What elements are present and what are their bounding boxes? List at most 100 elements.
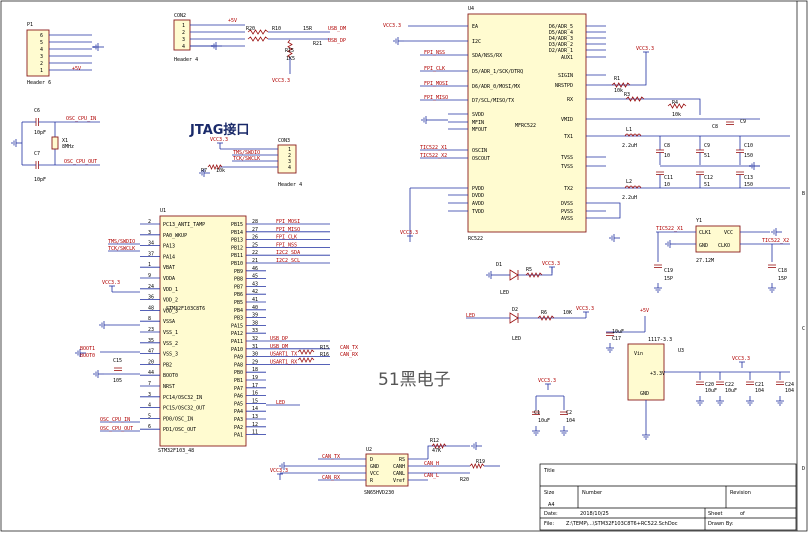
led-r5: R5 bbox=[526, 267, 532, 273]
can-pin-name: Vref bbox=[393, 478, 405, 484]
y1-c18: C18 bbox=[778, 268, 787, 274]
u1-pin-number: 24 bbox=[148, 284, 154, 290]
con2-pin-number: 4 bbox=[182, 44, 185, 50]
title-block-size-value: A4 bbox=[548, 502, 555, 508]
y1-c18-value: 15P bbox=[778, 276, 787, 282]
rf-r4: R4 bbox=[672, 100, 678, 106]
u1-pin-number: 21 bbox=[252, 258, 258, 264]
p1-body bbox=[26, 29, 50, 77]
u1-pin-number: 44 bbox=[148, 370, 154, 376]
u1-pin-number: 6 bbox=[148, 424, 151, 430]
reg-name: 1117-3.3 bbox=[648, 337, 672, 343]
led-d2-label: LED bbox=[512, 336, 521, 342]
led-d1-icon bbox=[509, 269, 519, 281]
rf-cap-value: 150 bbox=[744, 182, 753, 188]
y1-c19: C19 bbox=[664, 268, 673, 274]
y1-pin: CLK1 bbox=[699, 230, 711, 236]
rf-cap-value: 10 bbox=[664, 153, 670, 159]
reg-cap-value: 10uF bbox=[725, 388, 737, 394]
u1-pin-name: PA10 bbox=[231, 347, 243, 353]
con2-pin-number: 1 bbox=[182, 23, 185, 29]
u4-pin-name: SIGIN bbox=[558, 73, 573, 79]
con2-resistor-r21 bbox=[247, 36, 269, 42]
u1-pin-number: 27 bbox=[252, 227, 258, 233]
u1-tms: TMS/SWDIO bbox=[108, 239, 135, 245]
u4-pin-name: EA bbox=[472, 24, 478, 30]
u4-pin-name: D2/ADR_1 bbox=[549, 48, 573, 54]
u1-net-label: FPI_MOSI bbox=[276, 219, 300, 225]
u4-pin-name: OSCOUT bbox=[472, 156, 490, 162]
u1-pin-number: 38 bbox=[252, 320, 258, 326]
title-block-date-value: 2018/10/25 bbox=[580, 511, 609, 517]
y1-c19-value: 15P bbox=[664, 276, 673, 282]
xtal-net-out: OSC_CPU_OUT bbox=[64, 159, 97, 165]
can-net-rx: CAN_RX bbox=[322, 475, 340, 481]
u4-pin-name: PVDD bbox=[472, 186, 484, 192]
u1-ref: U1 bbox=[160, 208, 166, 214]
caps-c2-name: C2 bbox=[566, 410, 572, 416]
rf-wire bbox=[606, 58, 647, 86]
u1-pin-number: 37 bbox=[148, 251, 154, 257]
u1-c15-value: 105 bbox=[113, 378, 122, 384]
xtal-c6-value: 10pF bbox=[34, 130, 46, 136]
u1-pin-name: PB7 bbox=[234, 284, 243, 290]
u1-net-label: USART1_TX bbox=[270, 352, 297, 358]
con3-r7v: 10k bbox=[216, 168, 225, 174]
u1-vcc: VCC3.3 bbox=[102, 280, 120, 286]
u1-pin-name: PA14 bbox=[163, 254, 175, 260]
u1-pin-name: PA8 bbox=[234, 362, 243, 368]
u1-net-label: I2C2_SCL bbox=[276, 258, 300, 264]
rf-cap-name: C9 bbox=[704, 143, 710, 149]
u1-pin-number: 11 bbox=[252, 430, 258, 436]
u1-pin-name: PA5 bbox=[234, 401, 243, 407]
u1-pin-number: 29 bbox=[252, 359, 258, 365]
u1-pin-number: 42 bbox=[252, 289, 258, 295]
rf-r1: R1 bbox=[614, 76, 620, 82]
u4-pin-name: SVDD bbox=[472, 112, 484, 118]
u1-r15: R15 bbox=[320, 345, 329, 351]
u4-pin-name: AVSS bbox=[561, 216, 573, 222]
u4-pin-name: MFOUT bbox=[472, 127, 487, 133]
rf-c8: C8 bbox=[712, 124, 718, 130]
u4-pin-name: I2C bbox=[472, 39, 481, 45]
u1-pin-name: PB2 bbox=[163, 362, 172, 368]
u1-pin-name: PB8 bbox=[234, 277, 243, 283]
u4-pin-name: OSCIN bbox=[472, 148, 487, 154]
rf-c9: C9 bbox=[740, 119, 746, 125]
title-block-drawn: Drawn By: bbox=[708, 521, 734, 527]
u1-net-label: USB_DP bbox=[270, 336, 288, 342]
rf-r1-value: 10k bbox=[614, 88, 623, 94]
y1-net-x2: TIC522_X2 bbox=[762, 238, 789, 244]
y1-ref: Y1 bbox=[696, 218, 702, 224]
u1-net-label: USART1_RX bbox=[270, 359, 297, 365]
u1-pin-name: VDDA bbox=[163, 276, 175, 282]
u1-pin-number: 22 bbox=[252, 250, 258, 256]
con2-vcc: VCC3.3 bbox=[272, 78, 290, 84]
led-d2-icon bbox=[509, 312, 519, 324]
reg-c17: C17 bbox=[612, 336, 621, 342]
p1-pin-number: 3 bbox=[40, 54, 43, 60]
u1-net-label: I2C2_SDA bbox=[276, 250, 300, 256]
caps-vcc: VCC3.3 bbox=[538, 378, 556, 384]
u1-pin-number: 15 bbox=[252, 398, 258, 404]
xtal-c7: C7 bbox=[34, 151, 40, 157]
u4-pin-name: VMID bbox=[561, 117, 573, 123]
can-name: SN65HVD230 bbox=[364, 490, 394, 496]
led-wire bbox=[518, 267, 553, 276]
rf-r3: R3 bbox=[624, 92, 630, 98]
reg-vin: Vin bbox=[634, 351, 643, 357]
u1-pin-name: PC15/OSC32_OUT bbox=[163, 406, 205, 412]
u1-pin-name: PB5 bbox=[234, 300, 243, 306]
u1-pin-number: 3 bbox=[148, 392, 151, 398]
u1-tck: TCK/SWCLK bbox=[108, 246, 135, 252]
u1-c15: C15 bbox=[113, 358, 122, 364]
u1-pin-number: 18 bbox=[252, 367, 258, 373]
u1-boot1: BOOT1 bbox=[80, 346, 95, 352]
y1-pin: VCC bbox=[724, 230, 733, 236]
u1-pin-number: 19 bbox=[252, 375, 258, 381]
u1-pin-name: PA6 bbox=[234, 394, 243, 400]
xtal-x1-value: 8MHz bbox=[62, 144, 74, 150]
schematic-svg: BCDP1Header 6654321 +5VCON2Header 41234+5… bbox=[0, 0, 808, 532]
u4-pin-name: RX bbox=[567, 97, 573, 103]
u1-pin-number: 14 bbox=[252, 406, 258, 412]
